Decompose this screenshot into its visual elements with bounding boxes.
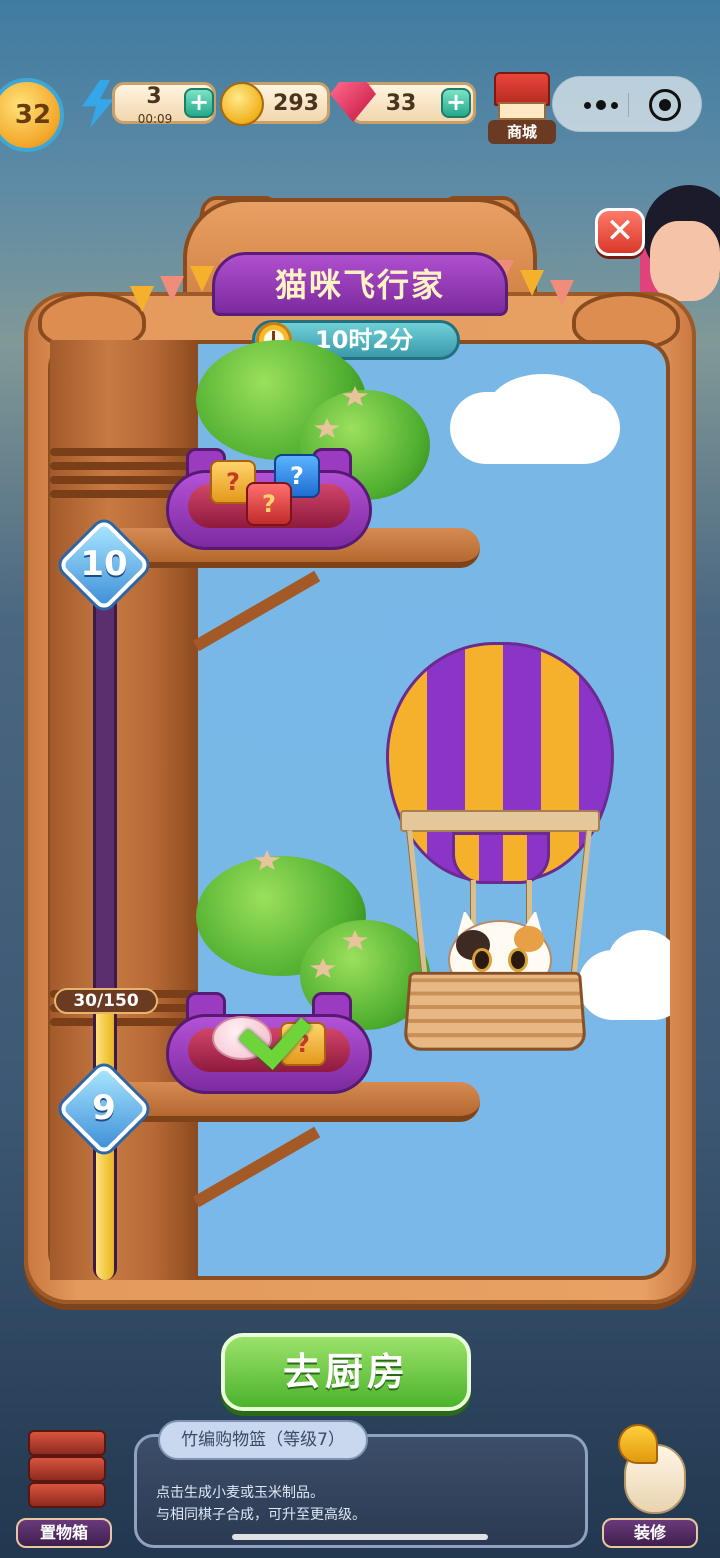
decorate-label: 装修 — [602, 1518, 698, 1548]
home-indicator — [232, 1534, 488, 1540]
progress-label: 30/150 — [54, 988, 158, 1014]
shop-label: 商城 — [488, 120, 556, 144]
gem-count: 33 — [385, 90, 417, 116]
add-energy-button[interactable]: + — [184, 88, 214, 118]
balloon-basket — [402, 971, 588, 1051]
duck-icon — [618, 1424, 658, 1464]
exit-miniprogram-icon[interactable] — [649, 89, 681, 121]
reward-bed-level-10[interactable]: ? ? ? — [166, 438, 372, 550]
level-number-9: 9 — [92, 1088, 116, 1128]
energy-timer: 00:09 — [137, 112, 173, 126]
close-button[interactable]: ✕ — [595, 208, 645, 256]
shop-button[interactable]: 商城 — [488, 72, 556, 144]
storage-box-button[interactable] — [22, 1420, 110, 1520]
energy-count: 3 — [146, 83, 162, 109]
more-menu-icon[interactable] — [573, 90, 629, 120]
time-left: 10时2分 — [315, 326, 414, 354]
top-hud: 32 3 00:09 + 293 33 + 商城 — [0, 70, 720, 152]
event-title: 猫咪飞行家 — [212, 252, 508, 316]
item-desc-line-2: 与相同棋子合成，可升至更高级。 — [156, 1507, 366, 1523]
storage-label: 置物箱 — [16, 1518, 112, 1548]
coin-count: 293 — [273, 90, 319, 116]
reward-bed-level-9[interactable]: ? — [166, 982, 372, 1094]
red-mystery-box-icon: ? — [246, 482, 292, 526]
add-gems-button[interactable]: + — [441, 88, 471, 118]
go-kitchen-button[interactable]: 去厨房 — [221, 1333, 471, 1411]
player-level: 32 — [14, 100, 52, 130]
coin-icon — [220, 82, 264, 126]
miniprogram-capsule — [552, 76, 702, 132]
item-desc-line-1: 点击生成小麦或玉米制品。 — [156, 1485, 324, 1501]
level-number-10: 10 — [80, 544, 128, 584]
decorate-button[interactable] — [614, 1424, 694, 1520]
item-title: 竹编购物篮（等级7） — [158, 1420, 368, 1460]
shop-icon — [494, 72, 550, 106]
